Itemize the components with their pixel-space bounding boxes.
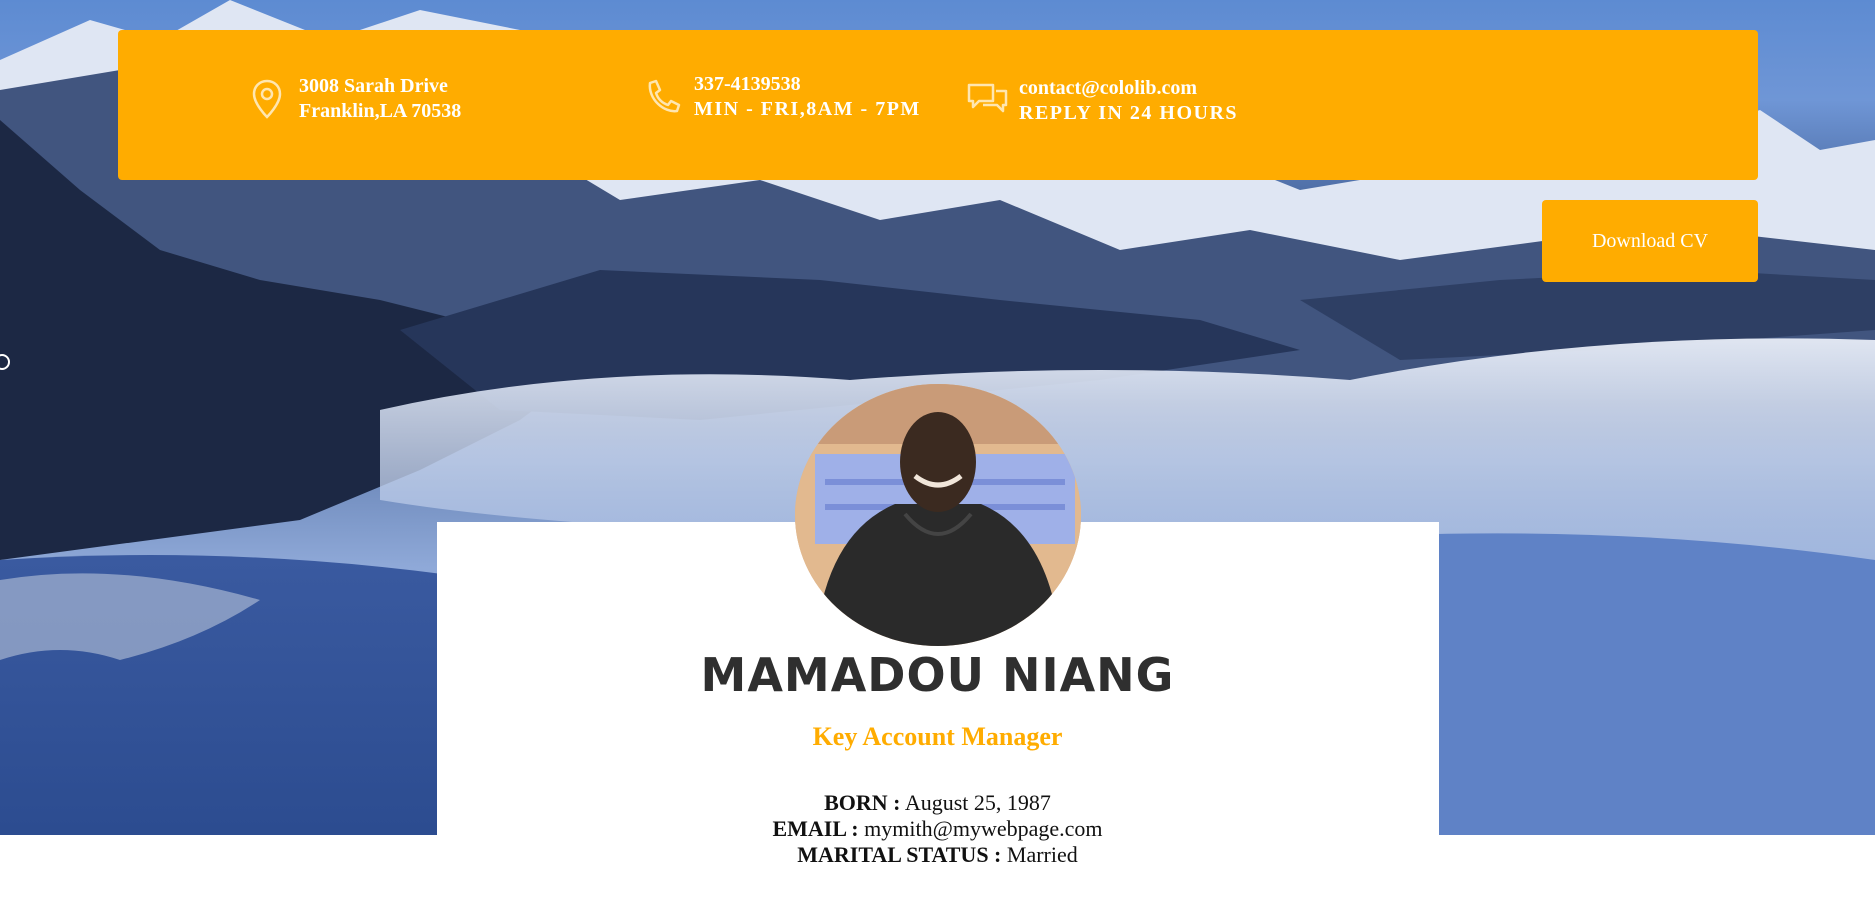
phone-hours: MIN - FRI,8AM - 7PM bbox=[694, 98, 921, 120]
marital-row: MARITAL STATUS : Married bbox=[0, 842, 1875, 868]
download-cv-button[interactable]: Download CV bbox=[1542, 200, 1758, 282]
email-label: EMAIL : bbox=[772, 816, 859, 841]
born-label: BORN : bbox=[824, 790, 901, 815]
contact-phone: 337-4139538 MIN - FRI,8AM - 7PM bbox=[640, 72, 921, 122]
avatar bbox=[795, 384, 1081, 646]
contact-address: 3008 Sarah Drive Franklin,LA 70538 bbox=[245, 74, 461, 124]
phone-number[interactable]: 337-4139538 bbox=[694, 72, 921, 97]
profile-name: MAMADOU NIANG bbox=[700, 648, 1175, 702]
address-line-1: 3008 Sarah Drive bbox=[299, 75, 448, 97]
email-reply-note: REPLY IN 24 HOURS bbox=[1019, 102, 1239, 124]
profile-photo bbox=[795, 384, 1081, 646]
chat-bubbles-icon bbox=[967, 83, 1008, 113]
marital-label: MARITAL STATUS : bbox=[797, 842, 1002, 867]
email-value[interactable]: mymith@mywebpage.com bbox=[864, 816, 1102, 841]
phone-icon bbox=[648, 79, 681, 113]
profile-role: Key Account Manager bbox=[812, 722, 1063, 751]
map-pin-icon bbox=[252, 79, 282, 119]
address-line-2: Franklin,LA 70538 bbox=[299, 100, 462, 122]
email-address[interactable]: contact@cololib.com bbox=[1019, 76, 1238, 101]
marital-value: Married bbox=[1006, 842, 1078, 867]
born-value: August 25, 1987 bbox=[904, 790, 1051, 815]
born-row: BORN : August 25, 1987 bbox=[0, 790, 1875, 816]
email-row: EMAIL : mymith@mywebpage.com bbox=[0, 816, 1875, 842]
contact-email: contact@cololib.com REPLY IN 24 HOURS bbox=[965, 76, 1238, 126]
